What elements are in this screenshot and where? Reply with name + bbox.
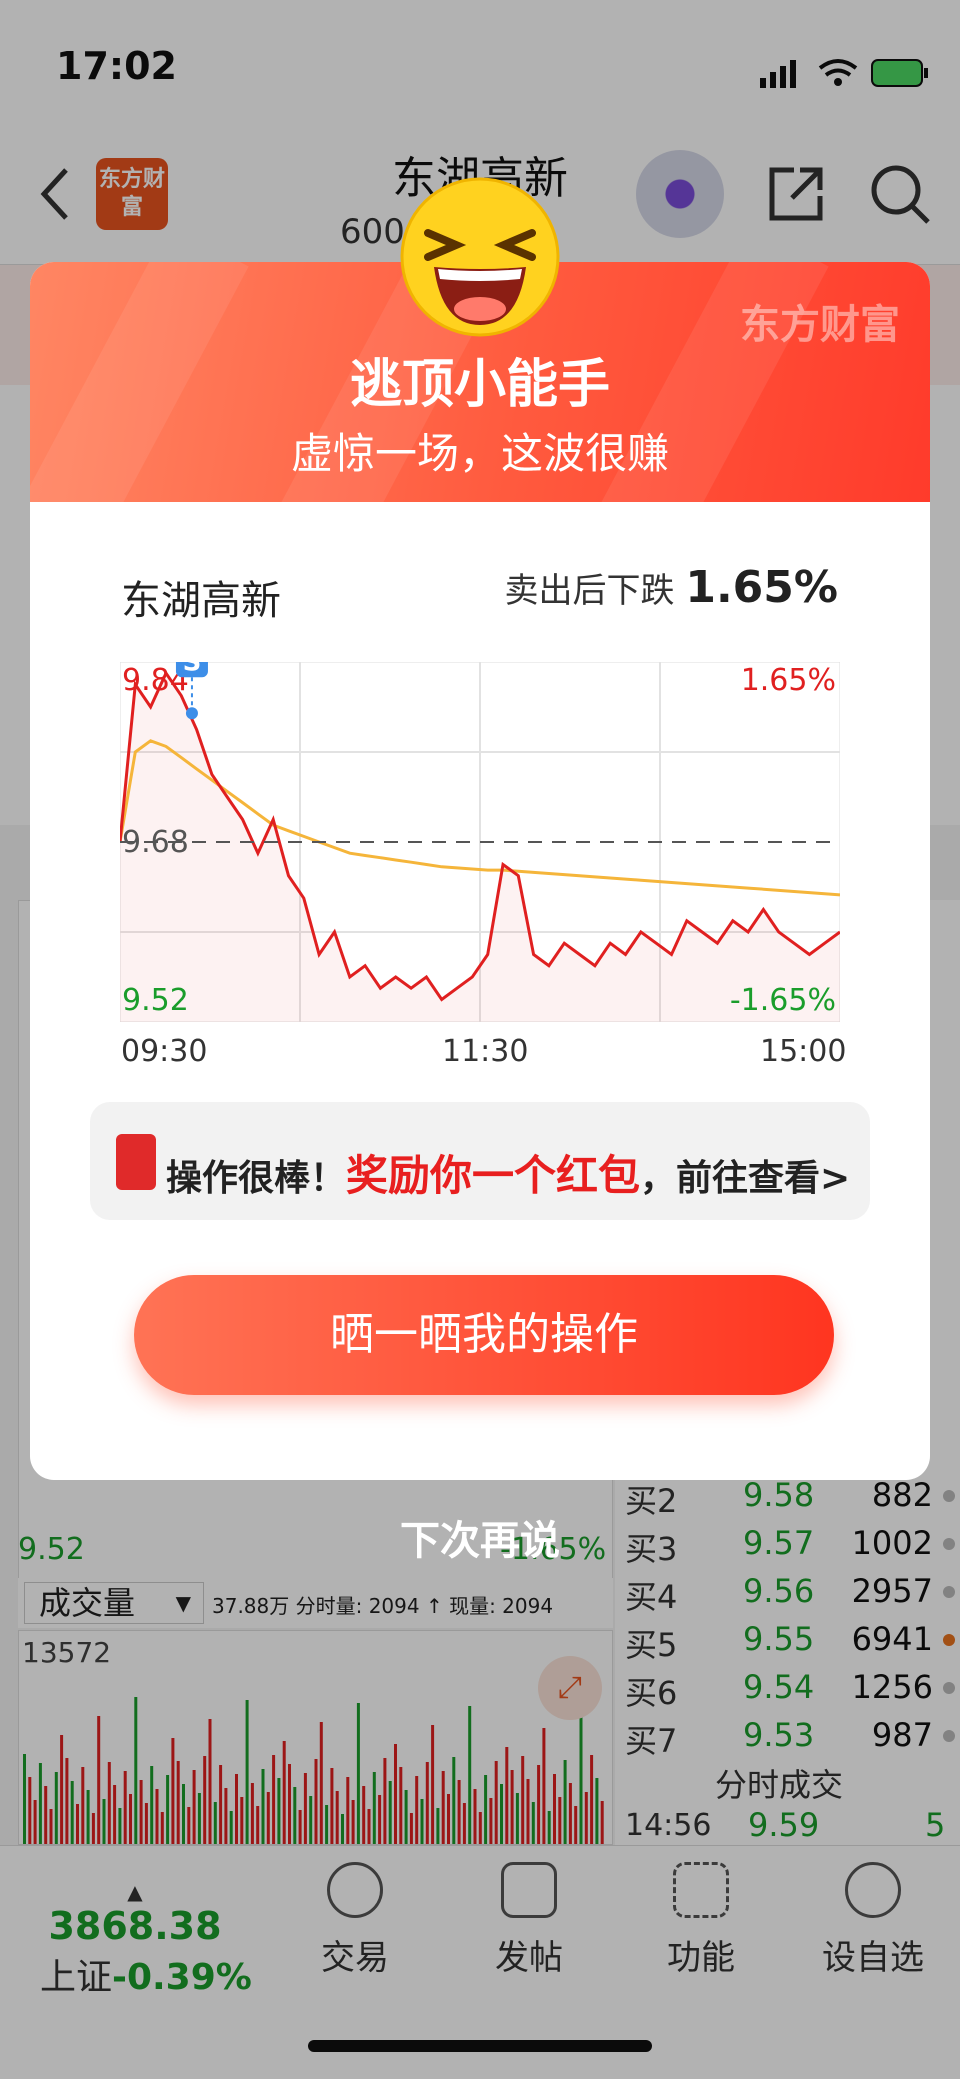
reward-prefix: 操作很棒！ <box>166 1158 347 1199</box>
intraday-chart: 9.84 9.68 9.52 1.65% -1.65% S <box>120 662 840 1022</box>
sell-marker-dot <box>185 707 198 720</box>
y-mid-label: 9.68 <box>122 825 189 860</box>
modal-title: 逃顶小能手 <box>349 355 610 415</box>
reward-text[interactable]: 操作很棒！奖励你一个红包，前往查看> <box>166 1142 850 1203</box>
x-tick-1500: 15:00 <box>760 1034 847 1069</box>
red-envelope-icon <box>116 1134 156 1190</box>
modal-subtitle: 虚惊一场，这波很赚 <box>290 429 669 478</box>
result-modal: 东方财富 逃顶小能手 虚惊一场，这波很赚 东湖高新 卖出后下跌 1.65% 9.… <box>30 262 930 1480</box>
sell-marker-text: S <box>183 662 202 677</box>
x-tick-0930: 09:30 <box>121 1034 208 1069</box>
pct-top-label: 1.65% <box>741 663 836 698</box>
drop-summary: 卖出后下跌 1.65% <box>505 562 838 613</box>
x-tick-1130: 11:30 <box>442 1034 529 1069</box>
dismiss-later-button[interactable]: 下次再说 <box>380 1508 580 1566</box>
drop-label: 卖出后下跌 <box>504 571 675 611</box>
y-bottom-label: 9.52 <box>122 983 189 1018</box>
modal-stock-name: 东湖高新 <box>121 578 281 624</box>
reward-highlight: 奖励你一个红包 <box>346 1151 641 1200</box>
drop-pct: 1.65% <box>685 562 838 613</box>
laughing-emoji-icon <box>400 177 560 337</box>
pct-bottom-label: -1.65% <box>730 983 836 1018</box>
reward-suffix: ，前往查看> <box>640 1158 851 1199</box>
share-operation-button[interactable]: 晒一晒我的操作 <box>134 1275 834 1395</box>
